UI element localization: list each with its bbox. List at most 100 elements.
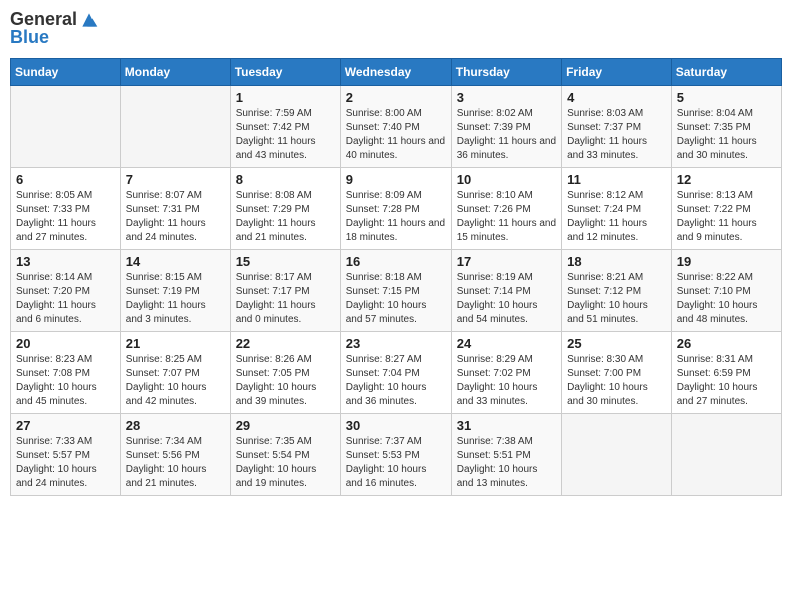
day-number: 26	[677, 336, 776, 351]
sunset-text: Sunset: 7:31 PM	[126, 203, 225, 217]
calendar-cell: 30Sunrise: 7:37 AMSunset: 5:53 PMDayligh…	[340, 413, 451, 495]
calendar-cell: 5Sunrise: 8:04 AMSunset: 7:35 PMDaylight…	[671, 85, 781, 167]
daylight-text: Daylight: 10 hours and 16 minutes.	[346, 463, 446, 491]
sunrise-text: Sunrise: 8:13 AM	[677, 189, 776, 203]
day-info: Sunrise: 7:34 AMSunset: 5:56 PMDaylight:…	[126, 435, 225, 491]
day-number: 24	[457, 336, 556, 351]
sunrise-text: Sunrise: 8:02 AM	[457, 107, 556, 121]
day-info: Sunrise: 8:17 AMSunset: 7:17 PMDaylight:…	[236, 271, 335, 327]
calendar-cell: 23Sunrise: 8:27 AMSunset: 7:04 PMDayligh…	[340, 331, 451, 413]
day-info: Sunrise: 8:29 AMSunset: 7:02 PMDaylight:…	[457, 353, 556, 409]
calendar-cell: 2Sunrise: 8:00 AMSunset: 7:40 PMDaylight…	[340, 85, 451, 167]
daylight-text: Daylight: 10 hours and 21 minutes.	[126, 463, 225, 491]
sunset-text: Sunset: 7:35 PM	[677, 121, 776, 135]
calendar-cell: 14Sunrise: 8:15 AMSunset: 7:19 PMDayligh…	[120, 249, 230, 331]
sunrise-text: Sunrise: 8:27 AM	[346, 353, 446, 367]
daylight-text: Daylight: 10 hours and 30 minutes.	[567, 381, 666, 409]
daylight-text: Daylight: 10 hours and 27 minutes.	[677, 381, 776, 409]
day-number: 18	[567, 254, 666, 269]
sunset-text: Sunset: 7:07 PM	[126, 367, 225, 381]
sunrise-text: Sunrise: 8:00 AM	[346, 107, 446, 121]
day-number: 29	[236, 418, 335, 433]
day-info: Sunrise: 8:22 AMSunset: 7:10 PMDaylight:…	[677, 271, 776, 327]
day-info: Sunrise: 8:04 AMSunset: 7:35 PMDaylight:…	[677, 107, 776, 163]
daylight-text: Daylight: 11 hours and 0 minutes.	[236, 299, 335, 327]
sunset-text: Sunset: 7:02 PM	[457, 367, 556, 381]
daylight-text: Daylight: 11 hours and 24 minutes.	[126, 217, 225, 245]
sunset-text: Sunset: 7:10 PM	[677, 285, 776, 299]
day-number: 1	[236, 90, 335, 105]
daylight-text: Daylight: 11 hours and 27 minutes.	[16, 217, 115, 245]
sunset-text: Sunset: 7:39 PM	[457, 121, 556, 135]
daylight-text: Daylight: 11 hours and 3 minutes.	[126, 299, 225, 327]
daylight-text: Daylight: 11 hours and 30 minutes.	[677, 135, 776, 163]
sunset-text: Sunset: 7:24 PM	[567, 203, 666, 217]
calendar-cell	[120, 85, 230, 167]
sunset-text: Sunset: 7:19 PM	[126, 285, 225, 299]
calendar-cell: 17Sunrise: 8:19 AMSunset: 7:14 PMDayligh…	[451, 249, 561, 331]
calendar-cell: 13 Sunrise: 8:14 AMSunset: 7:20 PMDayligh…	[11, 249, 121, 331]
weekday-header-friday: Friday	[562, 58, 672, 85]
daylight-text: Daylight: 11 hours and 40 minutes.	[346, 135, 446, 163]
calendar-cell: 20Sunrise: 8:23 AMSunset: 7:08 PMDayligh…	[11, 331, 121, 413]
calendar-cell: 10Sunrise: 8:10 AMSunset: 7:26 PMDayligh…	[451, 167, 561, 249]
weekday-header-saturday: Saturday	[671, 58, 781, 85]
sunset-text: Sunset: 6:59 PM	[677, 367, 776, 381]
logo-icon	[79, 10, 99, 30]
day-number: 30	[346, 418, 446, 433]
calendar-cell: 26Sunrise: 8:31 AMSunset: 6:59 PMDayligh…	[671, 331, 781, 413]
daylight-text: Daylight: 11 hours and 43 minutes.	[236, 135, 335, 163]
day-info: Sunrise: 8:12 AMSunset: 7:24 PMDaylight:…	[567, 189, 666, 245]
sunrise-text: Sunrise: 7:34 AM	[126, 435, 225, 449]
sunrise-text: Sunrise: 7:33 AM	[16, 435, 115, 449]
sunset-text: Sunset: 7:04 PM	[346, 367, 446, 381]
calendar-cell: 28Sunrise: 7:34 AMSunset: 5:56 PMDayligh…	[120, 413, 230, 495]
day-info: Sunrise: 8:05 AMSunset: 7:33 PMDaylight:…	[16, 189, 115, 245]
day-number: 9	[346, 172, 446, 187]
calendar-cell: 12Sunrise: 8:13 AMSunset: 7:22 PMDayligh…	[671, 167, 781, 249]
weekday-header-sunday: Sunday	[11, 58, 121, 85]
calendar-cell: 16Sunrise: 8:18 AMSunset: 7:15 PMDayligh…	[340, 249, 451, 331]
weekday-header-monday: Monday	[120, 58, 230, 85]
sunset-text: Sunset: 7:08 PM	[16, 367, 115, 381]
calendar-cell: 4Sunrise: 8:03 AMSunset: 7:37 PMDaylight…	[562, 85, 672, 167]
sunrise-text: Sunrise: 8:14 AM	[16, 271, 115, 285]
day-info: Sunrise: 8:03 AMSunset: 7:37 PMDaylight:…	[567, 107, 666, 163]
sunset-text: Sunset: 7:37 PM	[567, 121, 666, 135]
day-number: 27	[16, 418, 115, 433]
calendar-cell: 9Sunrise: 8:09 AMSunset: 7:28 PMDaylight…	[340, 167, 451, 249]
calendar-cell: 31Sunrise: 7:38 AMSunset: 5:51 PMDayligh…	[451, 413, 561, 495]
day-number: 17	[457, 254, 556, 269]
sunrise-text: Sunrise: 8:03 AM	[567, 107, 666, 121]
calendar-cell	[671, 413, 781, 495]
day-number: 13	[16, 254, 115, 269]
day-number: 2	[346, 90, 446, 105]
sunset-text: Sunset: 7:05 PM	[236, 367, 335, 381]
sunrise-text: Sunrise: 8:29 AM	[457, 353, 556, 367]
calendar-cell: 22Sunrise: 8:26 AMSunset: 7:05 PMDayligh…	[230, 331, 340, 413]
sunrise-text: Sunrise: 8:30 AM	[567, 353, 666, 367]
sunset-text: Sunset: 5:53 PM	[346, 449, 446, 463]
sunrise-text: Sunrise: 8:22 AM	[677, 271, 776, 285]
calendar-cell: 6Sunrise: 8:05 AMSunset: 7:33 PMDaylight…	[11, 167, 121, 249]
sunset-text: Sunset: 7:33 PM	[16, 203, 115, 217]
calendar-cell	[11, 85, 121, 167]
sunrise-text: Sunrise: 8:09 AM	[346, 189, 446, 203]
day-info: Sunrise: 8:14 AMSunset: 7:20 PMDaylight:…	[16, 271, 115, 327]
sunset-text: Sunset: 5:54 PM	[236, 449, 335, 463]
day-number: 16	[346, 254, 446, 269]
daylight-text: Daylight: 10 hours and 42 minutes.	[126, 381, 225, 409]
calendar-cell: 11Sunrise: 8:12 AMSunset: 7:24 PMDayligh…	[562, 167, 672, 249]
sunset-text: Sunset: 7:17 PM	[236, 285, 335, 299]
day-number: 7	[126, 172, 225, 187]
daylight-text: Daylight: 10 hours and 51 minutes.	[567, 299, 666, 327]
calendar-cell: 1Sunrise: 7:59 AMSunset: 7:42 PMDaylight…	[230, 85, 340, 167]
calendar-cell: 8Sunrise: 8:08 AMSunset: 7:29 PMDaylight…	[230, 167, 340, 249]
daylight-text: Daylight: 11 hours and 9 minutes.	[677, 217, 776, 245]
sunset-text: Sunset: 5:57 PM	[16, 449, 115, 463]
daylight-text: Daylight: 11 hours and 36 minutes.	[457, 135, 556, 163]
calendar-cell: 25Sunrise: 8:30 AMSunset: 7:00 PMDayligh…	[562, 331, 672, 413]
sunrise-text: Sunrise: 8:19 AM	[457, 271, 556, 285]
daylight-text: Daylight: 11 hours and 6 minutes.	[16, 299, 115, 327]
daylight-text: Daylight: 11 hours and 21 minutes.	[236, 217, 335, 245]
